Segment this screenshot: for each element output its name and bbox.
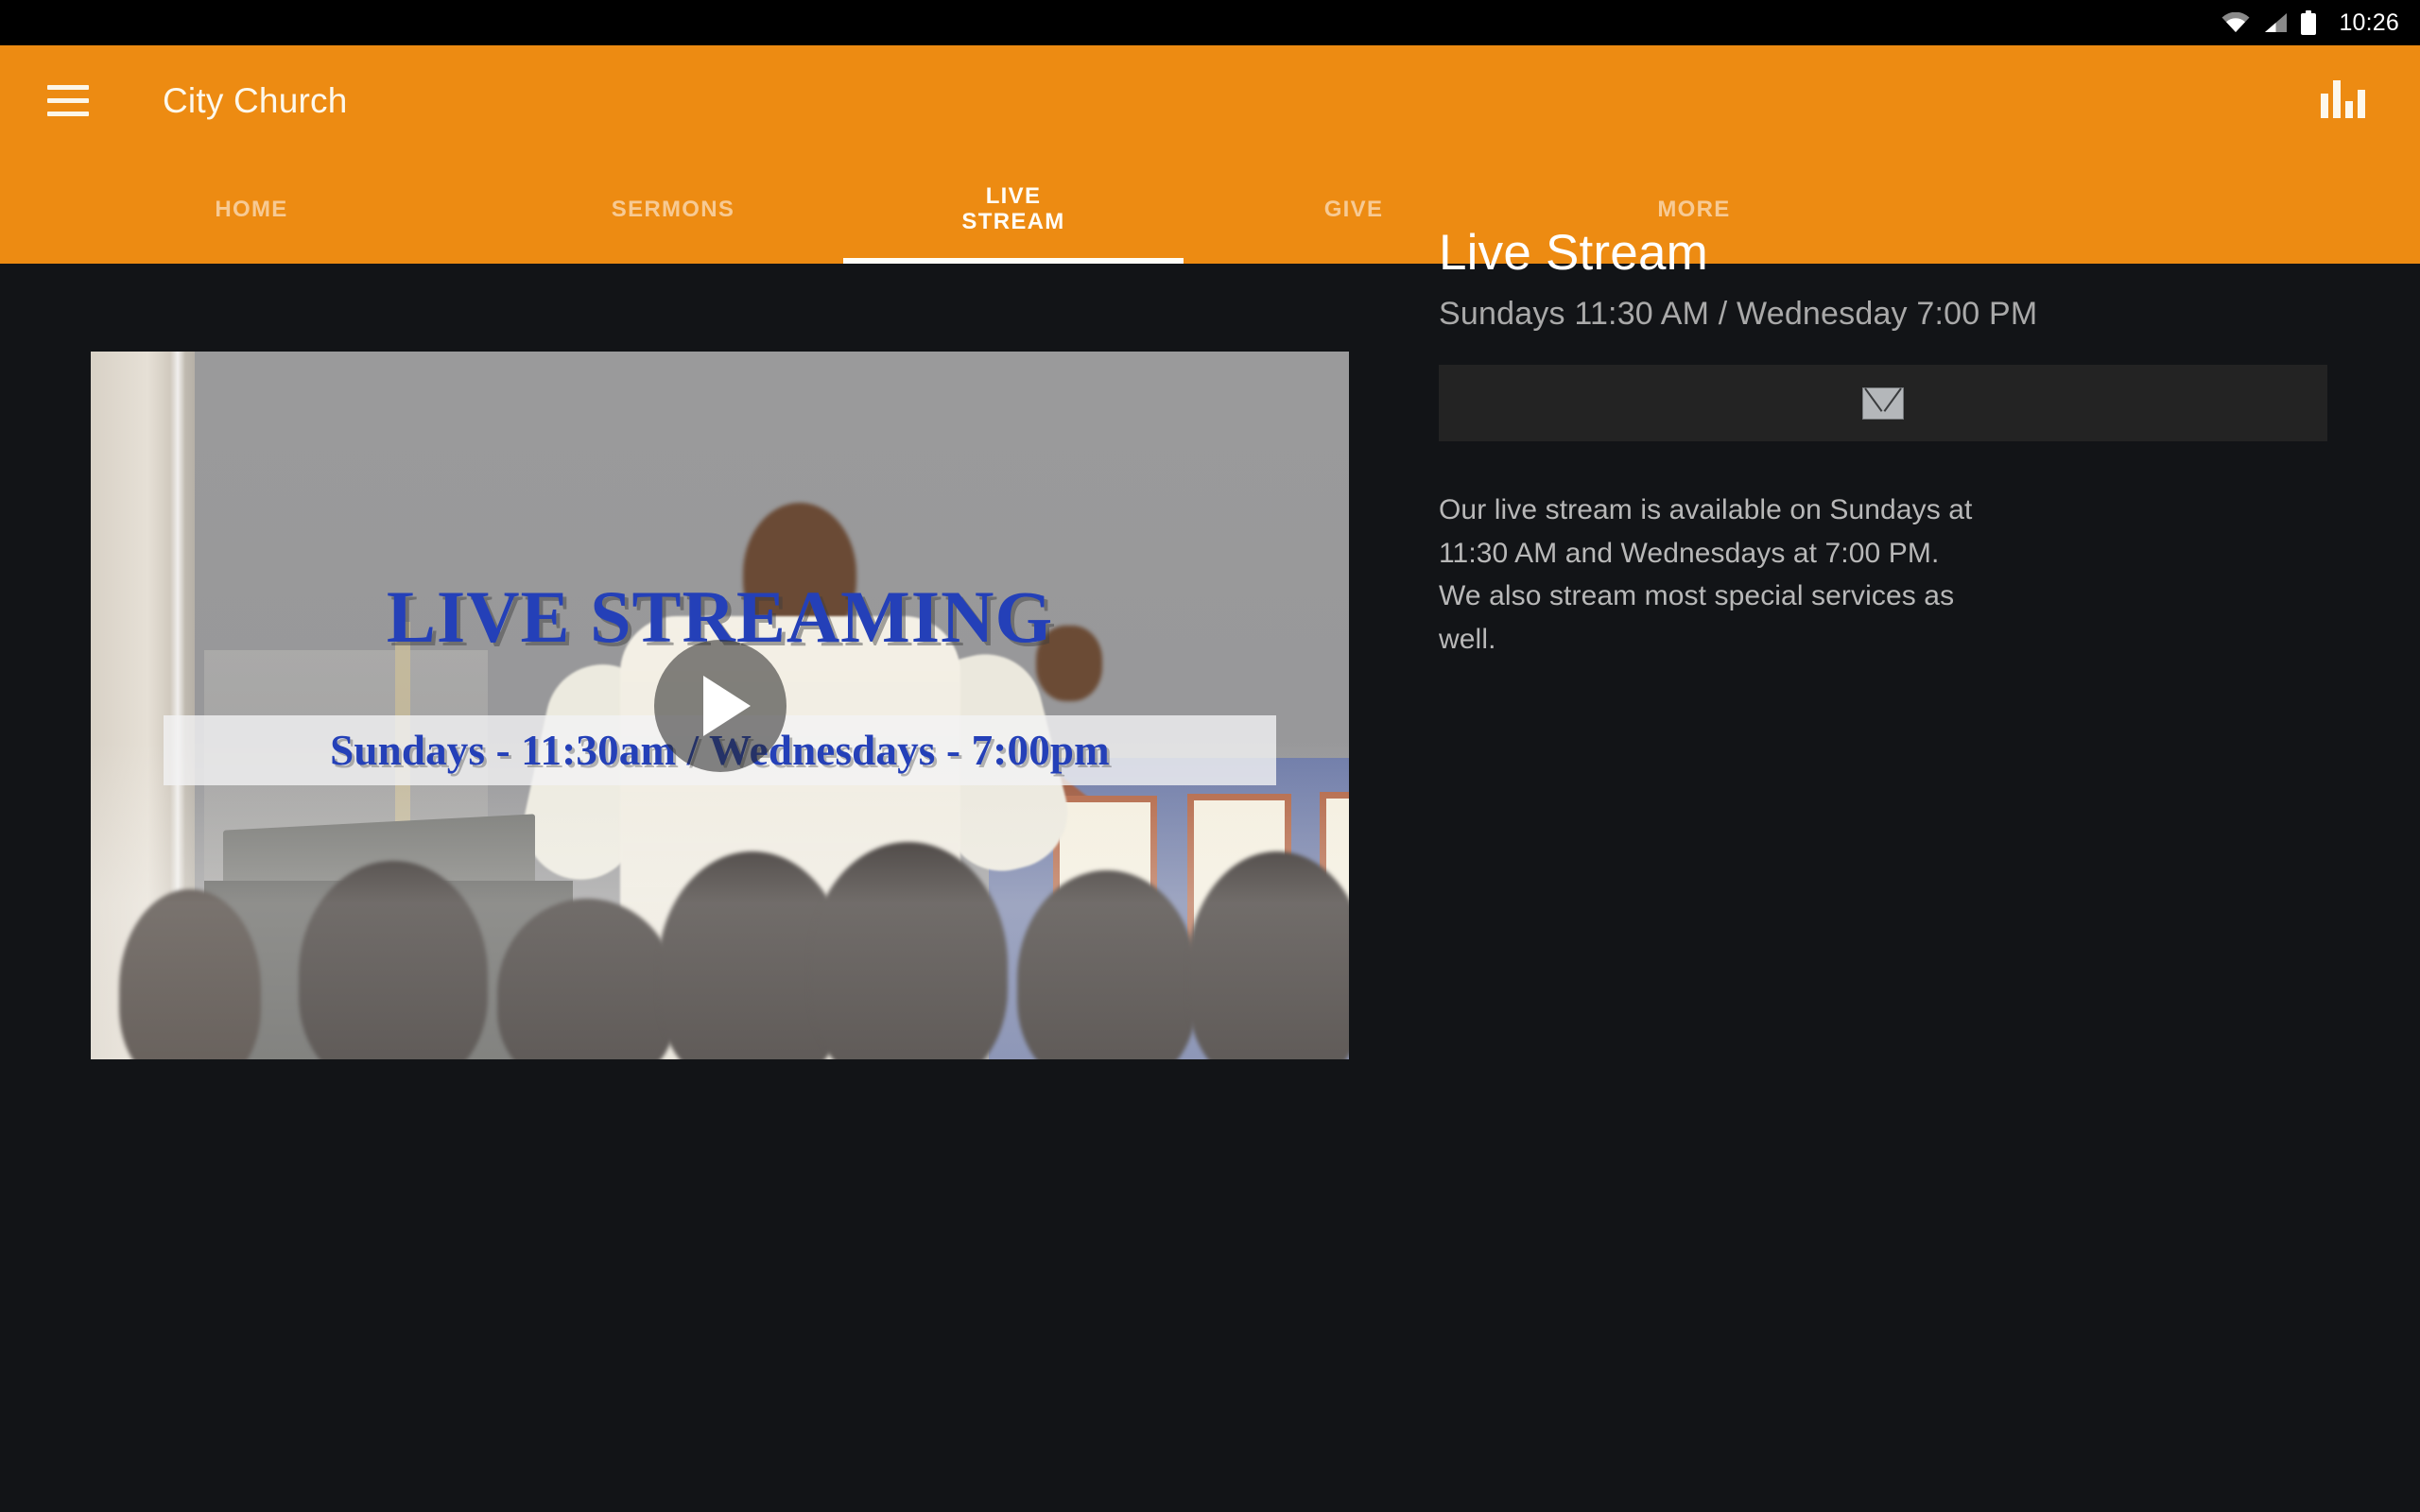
page-subtitle: Sundays 11:30 AM / Wednesday 7:00 PM bbox=[1439, 296, 2038, 332]
cellular-signal-icon bbox=[2263, 12, 2288, 33]
hamburger-menu-icon[interactable] bbox=[47, 79, 93, 121]
tab-more-label: MORE bbox=[1657, 196, 1731, 222]
play-button-icon[interactable] bbox=[653, 639, 786, 772]
tab-give-label: GIVE bbox=[1323, 196, 1384, 222]
page-title: Live Stream bbox=[1439, 225, 1708, 281]
app-bar: City Church bbox=[0, 45, 2420, 156]
tab-sermons[interactable]: SERMONS bbox=[503, 156, 843, 264]
main-content: LIVE STREAMING Sundays - 11:30am / Wedne… bbox=[0, 228, 2420, 1512]
tab-home-label: HOME bbox=[215, 196, 288, 222]
tab-sermons-label: SERMONS bbox=[611, 196, 735, 222]
status-bar-clock: 10:26 bbox=[2339, 9, 2399, 36]
status-bar-icons: 10:26 bbox=[2221, 9, 2399, 37]
video-scene-congregation bbox=[91, 804, 1349, 1059]
bar-chart-icon[interactable] bbox=[2305, 45, 2380, 156]
tab-bar: HOME SERMONS LIVE STREAM GIVE MORE bbox=[0, 156, 2420, 264]
app-title: City Church bbox=[163, 80, 348, 120]
wifi-icon bbox=[2221, 12, 2250, 33]
tab-home[interactable]: HOME bbox=[0, 156, 503, 264]
tab-live-stream-label: LIVE STREAM bbox=[961, 183, 1065, 234]
tab-live-stream[interactable]: LIVE STREAM bbox=[843, 156, 1184, 264]
live-stream-description: Our live stream is available on Sundays … bbox=[1439, 494, 1973, 655]
envelope-icon bbox=[1862, 387, 1904, 420]
battery-icon bbox=[2301, 10, 2317, 35]
status-bar: 10:26 bbox=[0, 0, 2420, 45]
video-player-thumbnail[interactable]: LIVE STREAMING Sundays - 11:30am / Wedne… bbox=[91, 352, 1349, 1059]
email-button[interactable] bbox=[1439, 365, 2327, 441]
